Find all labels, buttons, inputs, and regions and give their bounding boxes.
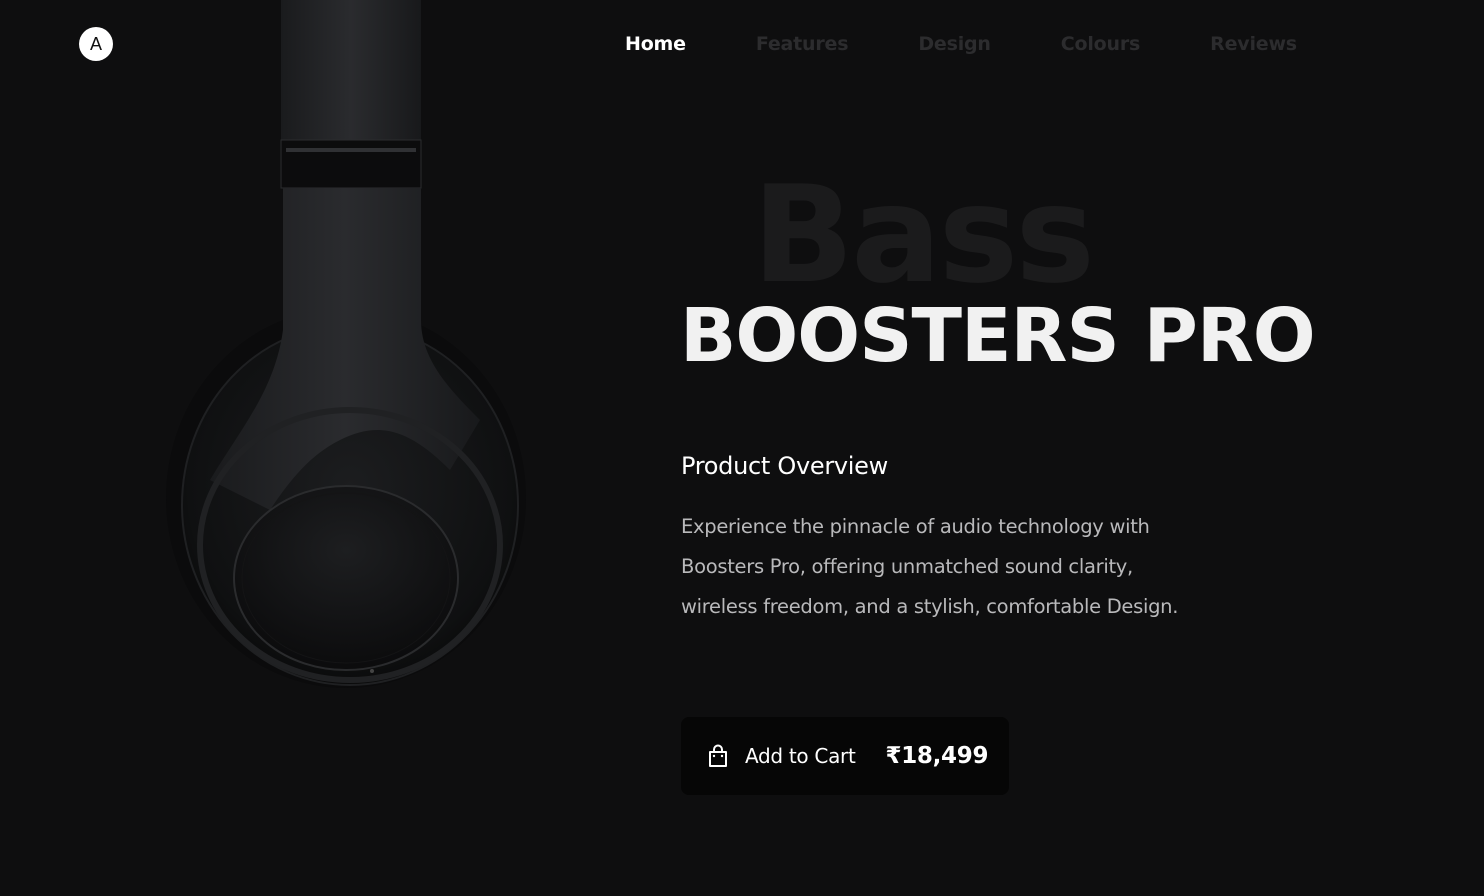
nav-item-label: Colours: [1060, 33, 1141, 55]
main-nav: Home Features Design Colours Reviews: [625, 31, 1297, 57]
add-to-cart-button[interactable]: Add to Cart ₹18,499: [681, 717, 1009, 795]
nav-item-label: Reviews: [1210, 33, 1297, 55]
add-to-cart-label: Add to Cart: [745, 744, 856, 768]
nav-item-colours[interactable]: Colours: [1060, 31, 1141, 57]
headphones-icon: [166, 0, 526, 688]
nav-item-home[interactable]: Home: [625, 31, 686, 57]
overview-text: Experience the pinnacle of audio technol…: [681, 515, 1179, 618]
nav-item-label: Design: [918, 33, 991, 55]
logo-letter: A: [89, 33, 102, 54]
nav-item-label: Features: [755, 33, 849, 55]
nav-item-design[interactable]: Design: [918, 31, 991, 57]
nav-item-reviews[interactable]: Reviews: [1210, 31, 1297, 57]
hero-background-word: Bass: [752, 157, 1095, 313]
nav-item-label: Home: [625, 33, 686, 55]
overview-heading: Product Overview: [681, 452, 888, 480]
price: ₹18,499: [885, 743, 989, 769]
nav-item-features[interactable]: Features: [756, 31, 849, 57]
product-title: BOOSTERS PRO: [680, 293, 1316, 379]
shopping-bag-icon: [709, 744, 727, 767]
logo[interactable]: A: [79, 27, 113, 61]
